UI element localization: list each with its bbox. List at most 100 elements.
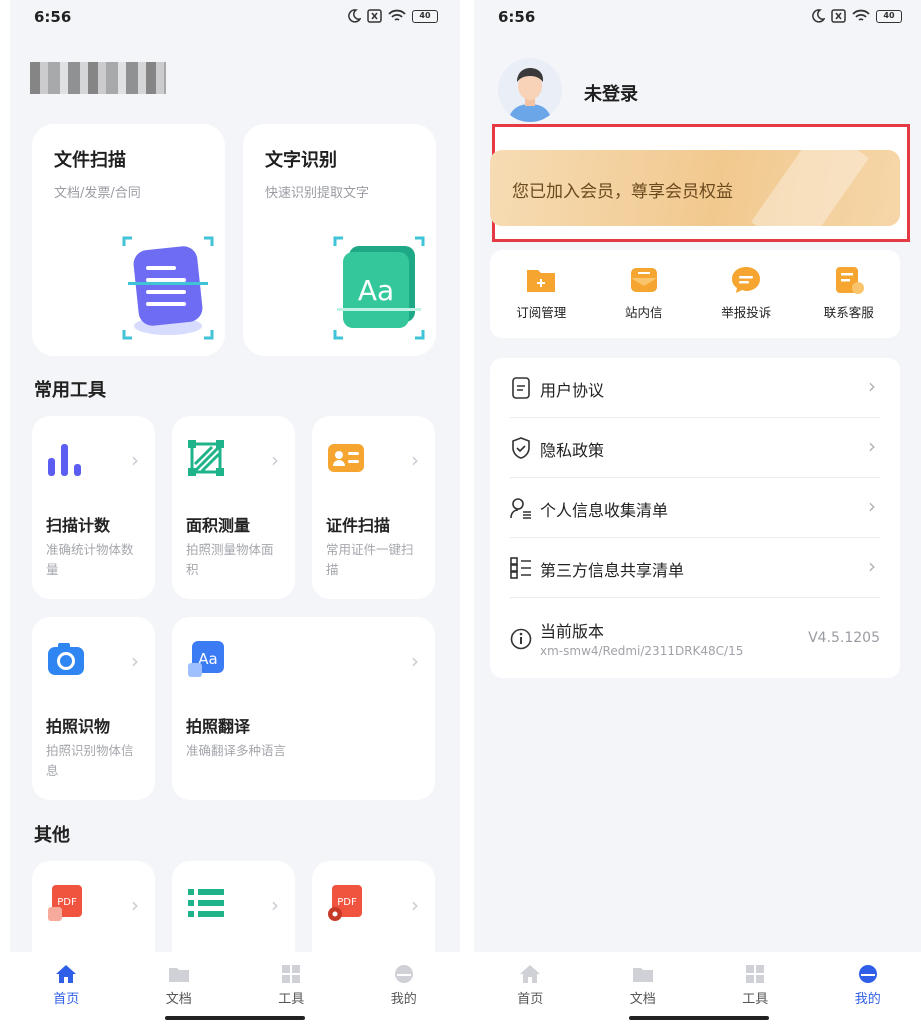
home-screen: 6:56 40 文件扫描 文档/发票/合同 文字识别 快速识别提取文字 Aa 常… [10, 0, 460, 1024]
member-banner[interactable]: 您已加入会员，尊享会员权益 [490, 150, 900, 226]
list-icon [188, 889, 224, 917]
person-list-icon [510, 498, 531, 519]
quick-report[interactable]: 举报投诉 [701, 264, 791, 338]
version-label: 当前版本 [540, 622, 605, 641]
pdf-settings-icon: PDF [328, 885, 362, 921]
tool-card-scan-count[interactable]: › 扫描计数 准确统计物体数量 [32, 416, 155, 599]
blurred-app-title [30, 62, 166, 94]
menu-user-agreement[interactable]: 用户协议 › [510, 358, 880, 418]
sim-off-icon [367, 9, 382, 23]
chevron-right-icon: › [868, 434, 876, 458]
user-avatar-icon [508, 68, 552, 122]
nav-tools[interactable]: 工具 [246, 964, 336, 1024]
wifi-icon [388, 9, 406, 21]
nav-profile[interactable]: 我的 [823, 964, 913, 1024]
subscription-icon [527, 270, 556, 292]
info-icon [510, 628, 532, 650]
menu-version: 当前版本 xm-smw4/Redmi/2311DRK48C/15 V4.5.12… [510, 598, 880, 678]
nav-label: 首页 [53, 992, 80, 1007]
quick-label: 站内信 [624, 305, 663, 320]
text-scan-icon-label: Aa [358, 274, 394, 307]
menu-personal-info[interactable]: 个人信息收集清单 › [510, 478, 880, 538]
profile-screen: 6:56 40 未登录 您已加入会员，尊享会员权益 订阅管理 站内信 举报投诉 … [474, 0, 921, 1024]
tool-desc: 拍照识别物体信息 [46, 743, 134, 778]
status-bar: 6:56 40 [474, 0, 921, 34]
message-icon [630, 268, 657, 292]
folder-icon [632, 968, 653, 982]
nav-profile[interactable]: 我的 [359, 964, 449, 1024]
status-icons: 40 [347, 9, 438, 23]
text-recognition-card[interactable]: 文字识别 快速识别提取文字 Aa [243, 124, 436, 356]
other-heading: 其他 [34, 825, 70, 846]
tool-desc: 常用证件一键扫描 [326, 542, 414, 577]
nav-label: 我的 [390, 992, 417, 1007]
menu-privacy-policy[interactable]: 隐私政策 › [510, 418, 880, 478]
nav-tools[interactable]: 工具 [710, 964, 800, 1024]
chevron-right-icon: › [131, 893, 139, 917]
tool-card-photo-translate[interactable]: Aa › 拍照翻译 准确翻译多种语言 [172, 617, 435, 800]
member-text: 您已加入会员，尊享会员权益 [512, 182, 733, 202]
quick-subscription[interactable]: 订阅管理 [496, 264, 586, 338]
tools-icon [746, 965, 765, 983]
tools-icon [282, 965, 301, 983]
nav-label: 首页 [517, 992, 544, 1007]
nav-home[interactable]: 首页 [21, 964, 111, 1024]
profile-icon [858, 965, 877, 983]
nav-label: 我的 [854, 992, 881, 1007]
chevron-right-icon: › [131, 649, 139, 673]
common-tools-heading: 常用工具 [34, 380, 106, 401]
home-indicator [629, 1016, 769, 1020]
status-time: 6:56 [34, 8, 72, 26]
profile-icon [394, 965, 413, 983]
file-scan-title: 文件扫描 [54, 150, 126, 171]
customer-service-icon [835, 267, 864, 294]
quick-customer-service[interactable]: 联系客服 [804, 264, 894, 338]
shield-check-icon [512, 437, 530, 459]
tool-desc: 准确统计物体数量 [46, 542, 134, 577]
nav-label: 文档 [165, 992, 192, 1007]
file-scan-subtitle: 文档/发票/合同 [54, 186, 141, 201]
tool-card-id-scan[interactable]: › 证件扫描 常用证件一键扫描 [312, 416, 435, 599]
user-name[interactable]: 未登录 [584, 80, 638, 106]
nav-documents[interactable]: 文档 [134, 964, 224, 1024]
sim-off-icon [831, 9, 846, 23]
moon-icon [812, 9, 825, 23]
tool-title: 拍照识物 [46, 717, 111, 736]
version-value: V4.5.1205 [808, 630, 880, 646]
translate-icon: Aa [188, 641, 224, 677]
chevron-right-icon: › [411, 893, 419, 917]
bar-chart-icon [48, 444, 81, 476]
status-bar: 6:56 40 [10, 0, 460, 34]
nav-label: 工具 [278, 992, 305, 1007]
menu-label: 个人信息收集清单 [540, 501, 669, 520]
chevron-right-icon: › [271, 448, 279, 472]
nav-label: 工具 [742, 992, 769, 1007]
tool-desc: 拍照测量物体面积 [186, 542, 274, 577]
nav-label: 文档 [629, 992, 656, 1007]
pdf-image-icon: PDF [48, 885, 82, 921]
chevron-right-icon: › [868, 554, 876, 578]
quick-messages[interactable]: 站内信 [599, 264, 689, 338]
settings-menu: 用户协议 › 隐私政策 › 个人信息收集清单 › 第三方信息共享清单 › 当前版… [490, 358, 900, 678]
menu-label: 第三方信息共享清单 [540, 561, 685, 580]
tool-title: 证件扫描 [326, 516, 391, 535]
chevron-right-icon: › [411, 448, 419, 472]
camera-icon [48, 643, 84, 675]
tool-desc: 准确翻译多种语言 [186, 743, 287, 758]
chevron-right-icon: › [868, 494, 876, 518]
tool-card-area-measure[interactable]: › 面积测量 拍照测量物体面积 [172, 416, 295, 599]
avatar[interactable] [498, 58, 562, 122]
file-scan-card[interactable]: 文件扫描 文档/发票/合同 [32, 124, 225, 356]
pdf-icon-label: PDF [57, 897, 77, 908]
quick-label: 举报投诉 [721, 305, 772, 320]
nav-documents[interactable]: 文档 [598, 964, 688, 1024]
tool-card-photo-identify[interactable]: › 拍照识物 拍照识别物体信息 [32, 617, 155, 800]
area-measure-icon [188, 440, 224, 476]
report-icon [732, 267, 761, 293]
nav-home[interactable]: 首页 [485, 964, 575, 1024]
text-recognition-title: 文字识别 [265, 150, 337, 171]
banner-shine [751, 150, 869, 226]
home-indicator [165, 1016, 305, 1020]
bottom-nav: 首页 文档 工具 我的 [474, 952, 921, 1024]
menu-third-party[interactable]: 第三方信息共享清单 › [510, 538, 880, 598]
